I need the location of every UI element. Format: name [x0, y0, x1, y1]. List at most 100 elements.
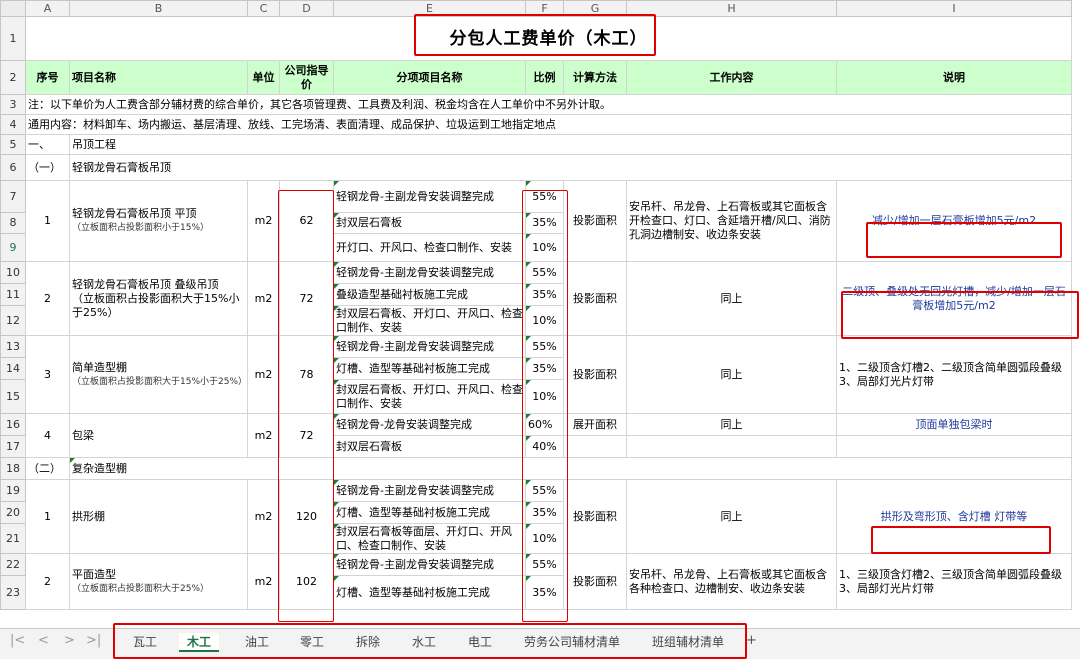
row-header[interactable]: 20: [0, 501, 26, 524]
col-header-g[interactable]: G: [563, 0, 627, 17]
row-header[interactable]: 10: [0, 261, 26, 284]
sheet-title[interactable]: 分包人工费单价（木工）: [25, 16, 1072, 61]
last-sheet-icon[interactable]: >|: [86, 633, 101, 648]
part-name[interactable]: 轻钢龙骨-主副龙骨安装调整完成: [333, 180, 526, 213]
general-row[interactable]: 通用内容：材料卸车、场内搬运、基层清理、放线、工完场清、表面清理、成品保护、垃圾…: [25, 114, 1072, 135]
item-work[interactable]: 同上: [626, 413, 837, 436]
tab-shuigong[interactable]: 水工: [412, 633, 436, 650]
part-name[interactable]: 灯槽、造型等基础衬板施工完成: [333, 575, 526, 610]
empty-cell[interactable]: [563, 435, 627, 458]
row-header[interactable]: 12: [0, 305, 26, 336]
header-ratio[interactable]: 比例: [525, 60, 564, 95]
item-work[interactable]: 安吊杆、吊龙骨、上石膏板或其它面板含各种检查口、边槽制安、收边条安装: [626, 553, 837, 610]
part-ratio[interactable]: 35%: [525, 501, 564, 524]
item-name-cell[interactable]: 轻钢龙骨石膏板吊顶 叠级吊顶 （立板面积占投影面积大于15%小于25%）: [69, 261, 248, 336]
item-calc[interactable]: 投影面积: [563, 553, 627, 610]
part-ratio[interactable]: 35%: [525, 357, 564, 380]
note-row[interactable]: 注：以下单价为人工费含部分辅材费的综合单价，其它各项管理费、工具费及利润、税金均…: [25, 94, 1072, 115]
item-calc[interactable]: 投影面积: [563, 335, 627, 414]
row-header[interactable]: 2: [0, 60, 26, 95]
part-name[interactable]: 封双层石膏板等面层、开灯口、开风口、检查口制作、安装: [333, 523, 526, 554]
header-calc[interactable]: 计算方法: [563, 60, 627, 95]
col-header-e[interactable]: E: [333, 0, 526, 17]
part-name[interactable]: 轻钢龙骨-主副龙骨安装调整完成: [333, 479, 526, 502]
prev-sheet-icon[interactable]: <: [38, 633, 49, 648]
header-note[interactable]: 说明: [836, 60, 1072, 95]
row-header[interactable]: 13: [0, 335, 26, 358]
part-name[interactable]: 开灯口、开风口、检查口制作、安装: [333, 233, 526, 262]
empty-cell[interactable]: [626, 435, 837, 458]
item-name[interactable]: 拱形棚: [69, 479, 248, 554]
section-title[interactable]: 吊顶工程: [69, 134, 1072, 155]
part-ratio[interactable]: 60%: [525, 413, 564, 436]
part-ratio[interactable]: 55%: [525, 180, 564, 213]
row-header[interactable]: 16: [0, 413, 26, 436]
row-header[interactable]: 3: [0, 94, 26, 115]
empty-cell[interactable]: [836, 435, 1072, 458]
item-seq[interactable]: 2: [25, 553, 70, 610]
row-header[interactable]: 14: [0, 357, 26, 380]
tab-team-materials[interactable]: 班组辅材清单: [652, 633, 724, 650]
part-ratio[interactable]: 55%: [525, 261, 564, 284]
header-item[interactable]: 项目名称: [69, 60, 248, 95]
part-name[interactable]: 灯槽、造型等基础衬板施工完成: [333, 501, 526, 524]
part-ratio[interactable]: 35%: [525, 212, 564, 234]
part-name[interactable]: 封双层石膏板、开灯口、开风口、检查口制作、安装: [333, 379, 526, 414]
part-name[interactable]: 封双层石膏板: [333, 435, 526, 458]
item-note[interactable]: 顶面单独包梁时: [836, 413, 1072, 436]
item-calc[interactable]: 展开面积: [563, 413, 627, 436]
part-ratio[interactable]: 35%: [525, 283, 564, 306]
subsection-number[interactable]: （二）: [25, 457, 70, 480]
first-sheet-icon[interactable]: |<: [10, 633, 25, 648]
part-name[interactable]: 封双层石膏板、开灯口、开风口、检查口制作、安装: [333, 305, 526, 336]
item-unit[interactable]: m2: [247, 553, 280, 610]
item-work[interactable]: 同上: [626, 261, 837, 336]
header-seq[interactable]: 序号: [25, 60, 70, 95]
item-unit[interactable]: m2: [247, 180, 280, 262]
col-header-d[interactable]: D: [279, 0, 334, 17]
item-unit[interactable]: m2: [247, 413, 280, 458]
item-name-cell[interactable]: 简单造型棚 （立板面积占投影面积大于15%小于25%）: [69, 335, 248, 414]
col-header-i[interactable]: I: [836, 0, 1072, 17]
header-unit[interactable]: 单位: [247, 60, 280, 95]
part-ratio[interactable]: 40%: [525, 435, 564, 458]
row-header[interactable]: 9: [0, 233, 26, 262]
item-unit[interactable]: m2: [247, 261, 280, 336]
item-calc[interactable]: 投影面积: [563, 261, 627, 336]
item-unit[interactable]: m2: [247, 479, 280, 554]
col-header-c[interactable]: C: [247, 0, 280, 17]
item-note[interactable]: 1、三级顶含灯槽2、三级顶含简单圆弧段叠级 3、局部灯光片灯带: [836, 553, 1072, 610]
item-name-cell[interactable]: 轻钢龙骨石膏板吊顶 平顶 （立板面积占投影面积小于15%）: [69, 180, 248, 262]
item-calc[interactable]: 投影面积: [563, 479, 627, 554]
part-ratio[interactable]: 10%: [525, 523, 564, 554]
tab-labor-materials[interactable]: 劳务公司辅材清单: [524, 633, 620, 650]
row-header[interactable]: 17: [0, 435, 26, 458]
item-work[interactable]: 同上: [626, 335, 837, 414]
part-ratio[interactable]: 10%: [525, 233, 564, 262]
item-note[interactable]: 减少/增加一层石膏板增加5元/m2: [836, 180, 1072, 262]
tab-mugong[interactable]: 木工: [179, 633, 220, 652]
select-all-corner[interactable]: [0, 0, 26, 17]
section-number[interactable]: 一、: [25, 134, 70, 155]
part-name[interactable]: 轻钢龙骨-龙骨安装调整完成: [333, 413, 526, 436]
item-price[interactable]: 120: [279, 479, 334, 554]
tab-linggong[interactable]: 零工: [300, 633, 324, 650]
part-name[interactable]: 灯槽、造型等基础衬板施工完成: [333, 357, 526, 380]
item-note[interactable]: 1、二级顶含灯槽2、二级顶含简单圆弧段叠级 3、局部灯光片灯带: [836, 335, 1072, 414]
row-header[interactable]: 6: [0, 154, 26, 181]
part-name[interactable]: 轻钢龙骨-主副龙骨安装调整完成: [333, 335, 526, 358]
item-work[interactable]: 同上: [626, 479, 837, 554]
item-name-cell[interactable]: 平面造型 （立板面积占投影面积大于25%）: [69, 553, 248, 610]
part-name[interactable]: 封双层石膏板: [333, 212, 526, 234]
part-ratio[interactable]: 55%: [525, 553, 564, 576]
col-header-b[interactable]: B: [69, 0, 248, 17]
row-header[interactable]: 5: [0, 134, 26, 155]
part-ratio[interactable]: 10%: [525, 305, 564, 336]
item-seq[interactable]: 3: [25, 335, 70, 414]
item-price[interactable]: 72: [279, 261, 334, 336]
row-header[interactable]: 22: [0, 553, 26, 576]
header-sub[interactable]: 分项项目名称: [333, 60, 526, 95]
row-header[interactable]: 18: [0, 457, 26, 480]
item-work[interactable]: 安吊杆、吊龙骨、上石膏板或其它面板含开检查口、灯口、含延墙开槽/风口、消防孔洞边…: [626, 180, 837, 262]
part-name[interactable]: 叠级造型基础衬板施工完成: [333, 283, 526, 306]
